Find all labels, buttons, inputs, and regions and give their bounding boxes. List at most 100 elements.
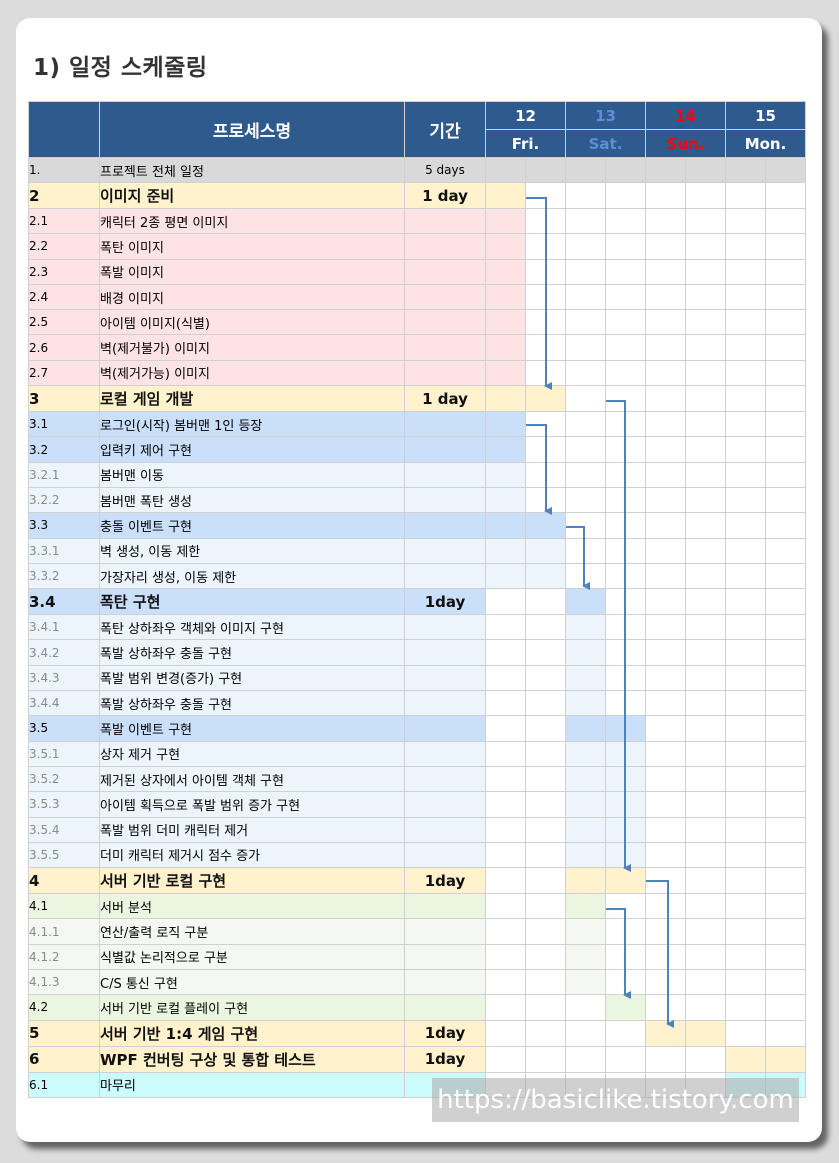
task-row: 3.2.1 봄버맨 이동 bbox=[28, 461, 806, 488]
timeline-cell bbox=[645, 207, 686, 235]
timeline-cell bbox=[485, 994, 526, 1021]
timeline-cell bbox=[485, 207, 526, 235]
timeline-cell bbox=[565, 1045, 606, 1073]
task-number: 4.1.1 bbox=[28, 918, 100, 945]
task-row: 2 이미지 준비 1 day bbox=[28, 182, 806, 209]
task-duration: 1day bbox=[404, 1019, 486, 1047]
timeline-cell bbox=[645, 436, 686, 463]
timeline-cell bbox=[485, 359, 526, 387]
task-name: 충돌 이벤트 구현 bbox=[99, 512, 405, 539]
timeline-cell bbox=[725, 182, 766, 209]
task-row: 2.6 벽(제거불가) 이미지 bbox=[28, 334, 806, 361]
timeline-cell bbox=[645, 283, 686, 311]
timeline-cell bbox=[685, 841, 726, 869]
timeline-cell bbox=[565, 740, 606, 767]
task-row: 3.4.3 폭발 범위 변경(증가) 구현 bbox=[28, 664, 806, 692]
timeline-cell bbox=[525, 918, 566, 945]
timeline-cell bbox=[525, 816, 566, 843]
timeline-cell bbox=[605, 385, 646, 413]
timeline-cell bbox=[565, 690, 606, 717]
timeline-cell bbox=[645, 639, 686, 666]
timeline-cell bbox=[725, 207, 766, 235]
task-duration bbox=[404, 334, 486, 361]
timeline-cell bbox=[525, 1019, 566, 1047]
timeline-cell bbox=[565, 893, 606, 920]
timeline-cell bbox=[685, 309, 726, 336]
timeline-cell bbox=[725, 283, 766, 311]
header-day-14: 14 bbox=[645, 101, 726, 130]
timeline-cell bbox=[605, 182, 646, 209]
timeline-cell bbox=[765, 309, 806, 336]
task-number: 4 bbox=[28, 867, 100, 895]
task-row: 2.2 폭탄 이미지 bbox=[28, 233, 806, 260]
timeline-cell bbox=[565, 157, 606, 183]
timeline-cell bbox=[685, 283, 726, 311]
watermark: https://basiclike.tistory.com bbox=[432, 1078, 799, 1122]
task-duration bbox=[404, 969, 486, 996]
timeline-cell bbox=[685, 639, 726, 666]
task-name: 폭발 범위 변경(증가) 구현 bbox=[99, 664, 405, 692]
timeline-cell bbox=[685, 765, 726, 793]
task-duration bbox=[404, 283, 486, 311]
timeline-cell bbox=[485, 182, 526, 209]
task-number: 3.4.1 bbox=[28, 614, 100, 641]
timeline-cell bbox=[725, 994, 766, 1021]
timeline-cell bbox=[605, 157, 646, 183]
timeline-cell bbox=[565, 841, 606, 869]
gantt-table: 프로세스명 기간 12 13 14 15 Fri. Sat. Sun. Mon.… bbox=[28, 101, 806, 1098]
task-row: 3.5.4 폭발 범위 더미 캐릭터 제거 bbox=[28, 816, 806, 843]
timeline-cell bbox=[605, 258, 646, 285]
timeline-cell bbox=[765, 588, 806, 616]
timeline-cell bbox=[645, 1045, 686, 1073]
timeline-cell bbox=[765, 258, 806, 285]
timeline-cell bbox=[565, 182, 606, 209]
timeline-cell bbox=[685, 512, 726, 539]
task-duration bbox=[404, 816, 486, 843]
timeline-cell bbox=[485, 512, 526, 539]
timeline-cell bbox=[725, 537, 766, 564]
task-row: 3.4.4 폭발 상하좌우 충돌 구현 bbox=[28, 690, 806, 717]
task-row: 3.4.1 폭탄 상하좌우 객체와 이미지 구현 bbox=[28, 614, 806, 641]
task-number: 3.5.4 bbox=[28, 816, 100, 843]
timeline-cell bbox=[765, 562, 806, 590]
timeline-cell bbox=[725, 664, 766, 692]
timeline-cell bbox=[685, 664, 726, 692]
timeline-cell bbox=[525, 309, 566, 336]
task-name: 입력키 제어 구현 bbox=[99, 436, 405, 463]
timeline-cell bbox=[685, 486, 726, 514]
task-row: 3.5.5 더미 캐릭터 제거시 점수 증가 bbox=[28, 841, 806, 869]
task-duration bbox=[404, 436, 486, 463]
timeline-cell bbox=[725, 639, 766, 666]
timeline-cell bbox=[725, 740, 766, 767]
task-row: 3 로컬 게임 개발 1 day bbox=[28, 385, 806, 413]
timeline-cell bbox=[765, 233, 806, 260]
task-number: 2.7 bbox=[28, 359, 100, 387]
task-duration bbox=[404, 943, 486, 971]
timeline-cell bbox=[685, 867, 726, 895]
task-number: 4.1.2 bbox=[28, 943, 100, 971]
timeline-cell bbox=[645, 765, 686, 793]
timeline-cell bbox=[485, 943, 526, 971]
task-duration bbox=[404, 537, 486, 564]
timeline-cell bbox=[725, 690, 766, 717]
timeline-cell bbox=[525, 943, 566, 971]
timeline-cell bbox=[725, 334, 766, 361]
timeline-cell bbox=[685, 943, 726, 971]
timeline-cell bbox=[525, 715, 566, 742]
task-row: 3.3 충돌 이벤트 구현 bbox=[28, 512, 806, 539]
timeline-cell bbox=[565, 588, 606, 616]
timeline-cell bbox=[725, 841, 766, 869]
task-name: 폭발 이벤트 구현 bbox=[99, 715, 405, 742]
timeline-cell bbox=[485, 816, 526, 843]
task-name: 아이템 이미지(식별) bbox=[99, 309, 405, 336]
timeline-cell bbox=[645, 791, 686, 818]
task-row: 3.5.1 상자 제거 구현 bbox=[28, 740, 806, 767]
task-number: 3.5.3 bbox=[28, 791, 100, 818]
task-row: 1. 프로젝트 전체 일정 5 days bbox=[28, 157, 806, 183]
task-number: 3 bbox=[28, 385, 100, 413]
task-number: 1. bbox=[28, 157, 100, 183]
task-number: 2.6 bbox=[28, 334, 100, 361]
timeline-cell bbox=[685, 588, 726, 616]
timeline-cell bbox=[605, 943, 646, 971]
timeline-cell bbox=[685, 562, 726, 590]
